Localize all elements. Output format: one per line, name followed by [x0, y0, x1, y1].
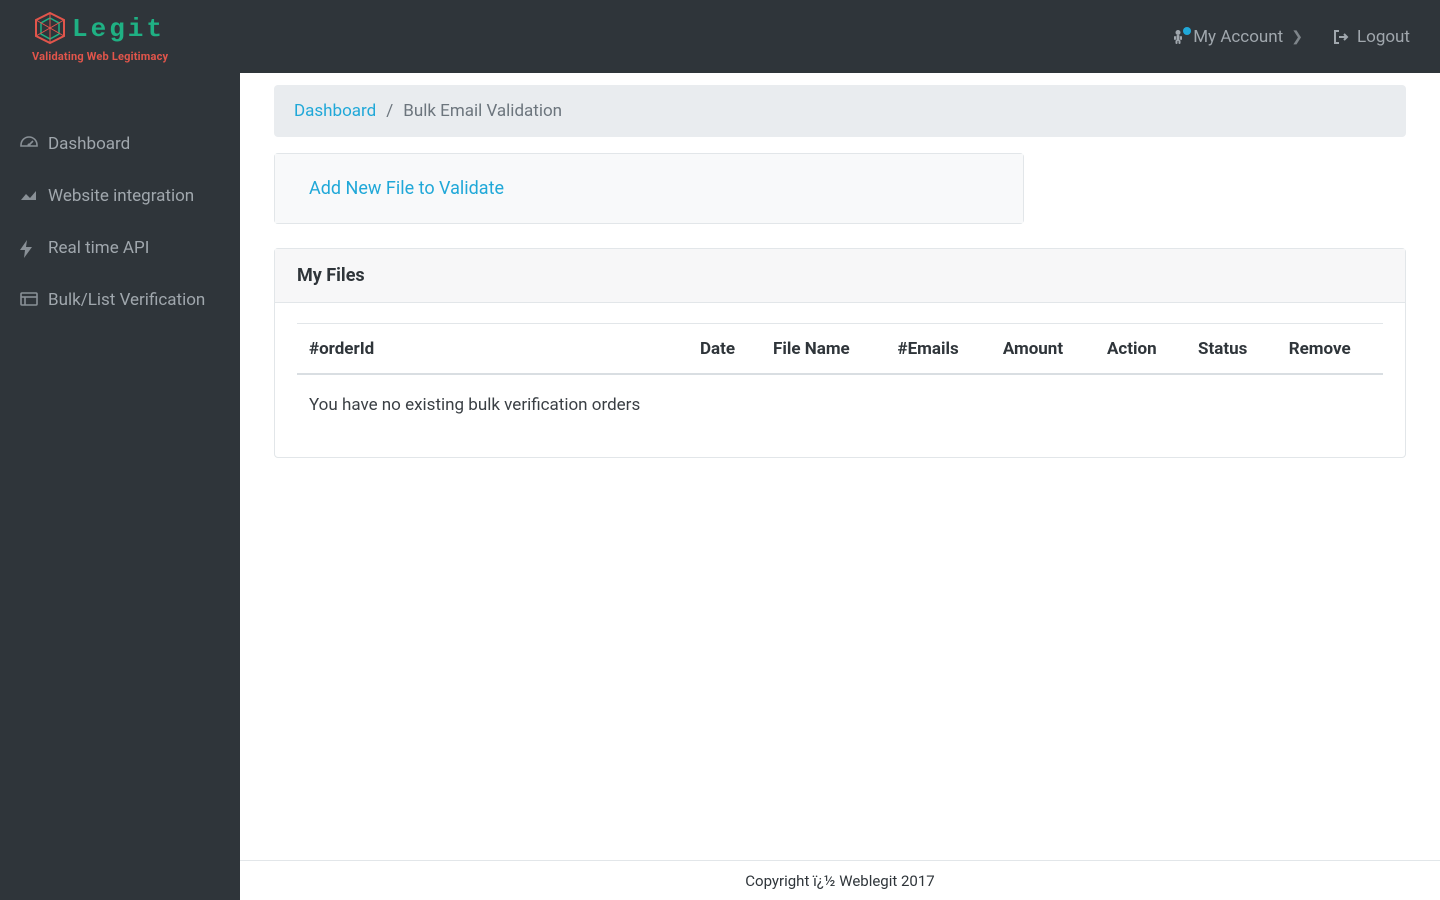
- add-new-file-link[interactable]: Add New File to Validate: [309, 178, 504, 199]
- my-account-label: My Account: [1193, 27, 1283, 47]
- col-orderid: #orderId: [297, 324, 688, 375]
- col-amount: Amount: [991, 324, 1095, 375]
- main-content: Dashboard / Bulk Email Validation Add Ne…: [240, 73, 1440, 860]
- topbar: Legit Validating Web Legitimacy My Accou…: [0, 0, 1440, 73]
- breadcrumb-current: Bulk Email Validation: [403, 101, 562, 121]
- empty-state-message: You have no existing bulk verification o…: [297, 374, 1383, 423]
- sidebar-item-label: Real time API: [48, 238, 149, 258]
- notification-dot-icon: [1183, 27, 1191, 35]
- footer: Copyright ï¿½ Weblegit 2017: [240, 860, 1440, 900]
- sidebar-item-realtime-api[interactable]: Real time API: [0, 222, 240, 274]
- breadcrumb: Dashboard / Bulk Email Validation: [274, 85, 1406, 137]
- sidebar-item-label: Dashboard: [48, 134, 130, 154]
- col-status: Status: [1186, 324, 1277, 375]
- table-row: You have no existing bulk verification o…: [297, 374, 1383, 423]
- brand-name: Legit: [72, 14, 165, 44]
- col-action: Action: [1095, 324, 1186, 375]
- sidebar-item-bulk-verification[interactable]: Bulk/List Verification: [0, 274, 240, 326]
- dashboard-icon: [20, 136, 36, 152]
- add-file-card: Add New File to Validate: [274, 153, 1024, 224]
- sidebar-item-label: Website integration: [48, 186, 194, 206]
- my-files-panel: My Files #orderId Date File Name #Emails…: [274, 248, 1406, 458]
- col-emails: #Emails: [886, 324, 991, 375]
- person-icon: [1171, 29, 1185, 45]
- brand-logo-icon: [32, 11, 68, 47]
- footer-text: Copyright ï¿½ Weblegit 2017: [745, 872, 934, 890]
- breadcrumb-dashboard-link[interactable]: Dashboard: [294, 101, 376, 121]
- sidebar-item-label: Bulk/List Verification: [48, 290, 205, 310]
- my-files-title: My Files: [275, 249, 1405, 303]
- logout-icon: [1333, 29, 1349, 45]
- my-account-menu[interactable]: My Account ❯: [1171, 27, 1303, 47]
- col-remove: Remove: [1277, 324, 1383, 375]
- files-table: #orderId Date File Name #Emails Amount A…: [297, 323, 1383, 423]
- col-date: Date: [688, 324, 761, 375]
- sidebar-item-website-integration[interactable]: Website integration: [0, 170, 240, 222]
- sidebar-item-dashboard[interactable]: Dashboard: [0, 118, 240, 170]
- breadcrumb-separator: /: [386, 101, 393, 121]
- chevron-right-icon: ❯: [1291, 29, 1303, 45]
- logout-button[interactable]: Logout: [1333, 27, 1410, 47]
- col-filename: File Name: [761, 324, 886, 375]
- bolt-icon: [20, 240, 36, 256]
- logout-label: Logout: [1357, 27, 1410, 47]
- brand-logo[interactable]: Legit Validating Web Legitimacy: [0, 11, 240, 63]
- sidebar: Dashboard Website integration Real time …: [0, 73, 240, 900]
- area-chart-icon: [20, 188, 36, 204]
- list-icon: [20, 292, 36, 308]
- brand-tagline: Validating Web Legitimacy: [32, 50, 168, 63]
